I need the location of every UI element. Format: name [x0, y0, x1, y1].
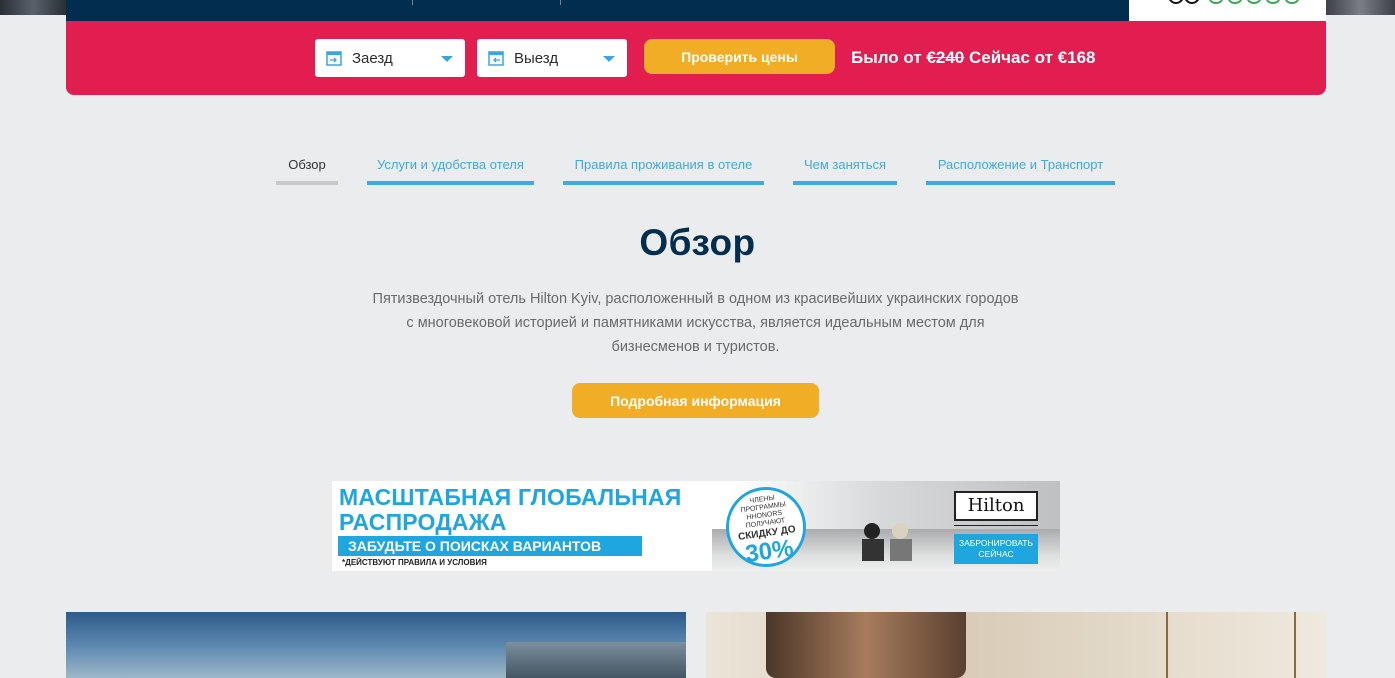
booking-bar: Заезд Выезд Проверить цены Было от €240 … — [66, 21, 1326, 95]
hotel-interior-photo[interactable] — [706, 612, 1326, 678]
building-image — [506, 642, 686, 678]
calendar-checkout-icon — [488, 51, 504, 66]
page-title: Обзор — [639, 222, 756, 263]
header-background-right — [1326, 0, 1395, 15]
header-background-left — [0, 0, 66, 15]
rating-dot-icon — [1209, 0, 1223, 4]
nav-separator — [560, 0, 561, 5]
book-now-line2: СЕЙЧАС — [978, 549, 1014, 559]
tab-things-to-do[interactable]: Чем заняться — [793, 157, 897, 185]
tab-overview[interactable]: Обзор — [276, 157, 338, 185]
rating-dot-icon — [1228, 0, 1242, 4]
new-price: €168 — [1057, 48, 1096, 67]
price-prefix: Было от — [851, 48, 927, 67]
check-prices-button[interactable]: Проверить цены — [644, 39, 835, 74]
tab-hotel-policies[interactable]: Правила проживания в отеле — [563, 157, 764, 185]
banner-headline: МАСШТАБНАЯ ГЛОБАЛЬНАЯ РАСПРОДАЖА — [339, 485, 681, 535]
logo-divider — [954, 525, 1038, 526]
rating-dot-icon — [1266, 0, 1280, 4]
checkout-label: Выезд — [514, 50, 559, 67]
banner-headline-line1: МАСШТАБНАЯ ГЛОБАЛЬНАЯ — [339, 484, 682, 510]
chandelier-rod — [1166, 612, 1168, 678]
checkin-label: Заезд — [352, 50, 393, 67]
chevron-down-icon — [603, 56, 615, 62]
book-now-button[interactable]: ЗАБРОНИРОВАТЬ СЕЙЧАС — [954, 534, 1038, 564]
calendar-checkin-icon — [326, 51, 342, 66]
checkout-date-field[interactable]: Выезд — [477, 39, 627, 77]
tab-amenities[interactable]: Услуги и удобства отеля — [367, 157, 534, 185]
discount-badge: ЧЛЕНЫ ПРОГРАММЫ HHONORS ПОЛУЧАЮТ СКИДКУ … — [720, 481, 812, 571]
checkin-date-field[interactable]: Заезд — [315, 39, 465, 77]
hotel-exterior-photo[interactable] — [66, 612, 686, 678]
chandelier-image — [766, 612, 966, 678]
couple-image — [862, 523, 912, 561]
banner-headline-line2: РАСПРОДАЖА — [339, 509, 507, 535]
rating-dot-icon — [1247, 0, 1261, 4]
more-info-button[interactable]: Подробная информация — [572, 383, 819, 418]
price-summary: Было от €240 Сейчас от €168 — [851, 48, 1096, 68]
banner-terms: *ДЕЙСТВУЮТ ПРАВИЛА И УСЛОВИЯ — [342, 558, 487, 567]
header-nav-bar — [66, 0, 1129, 21]
nav-separator — [412, 0, 413, 5]
rating-dot-icon — [1285, 0, 1299, 4]
book-now-line1: ЗАБРОНИРОВАТЬ — [959, 538, 1033, 548]
chandelier-rod — [1294, 612, 1296, 678]
chevron-down-icon — [441, 56, 453, 62]
tab-location-transport[interactable]: Расположение и Транспорт — [926, 157, 1115, 185]
overview-description: Пятизвездочный отель Hilton Kyiv, распол… — [372, 291, 1019, 355]
promo-banner[interactable]: МАСШТАБНАЯ ГЛОБАЛЬНАЯ РАСПРОДАЖА ЗАБУДЬТ… — [332, 481, 1060, 571]
price-middle: Сейчас от — [964, 48, 1058, 67]
banner-strip: ЗАБУДЬТЕ О ПОИСКАХ ВАРИАНТОВ — [338, 536, 642, 556]
old-price: €240 — [926, 48, 965, 67]
tripadvisor-rating[interactable] — [1129, 0, 1326, 21]
hilton-logo: Hilton — [954, 491, 1038, 521]
tripadvisor-owl-icon — [1169, 0, 1199, 4]
